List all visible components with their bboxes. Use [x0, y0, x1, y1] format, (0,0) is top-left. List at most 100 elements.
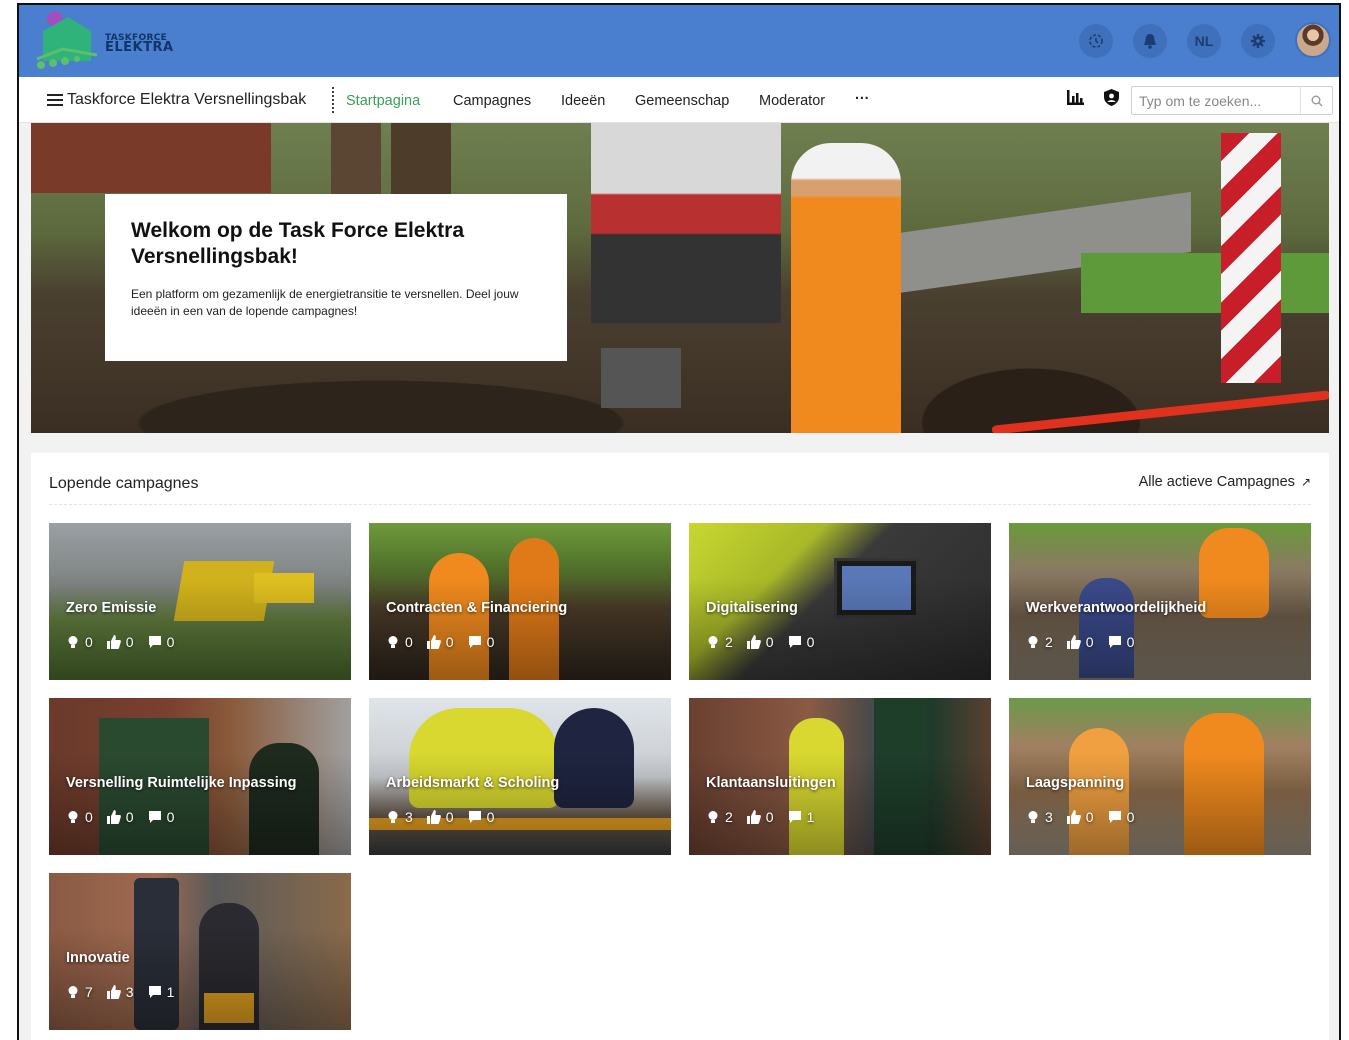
nav-campagnes[interactable]: Campagnes: [453, 93, 531, 109]
all-campaigns-link[interactable]: Alle actieve Campagnes ↗: [1139, 474, 1311, 490]
statistics-icon[interactable]: [1067, 90, 1084, 110]
thumbs-up-icon: [426, 810, 441, 824]
panel-divider: [49, 504, 1311, 505]
campaign-name: Klantaansluitingen: [706, 775, 836, 791]
comment-icon: [788, 811, 801, 823]
campaign-stats: 2 0 1: [706, 809, 814, 825]
thumbs-up-icon: [1066, 635, 1081, 649]
campaign-name: Laagspanning: [1026, 775, 1125, 791]
likes-count: 0: [746, 634, 774, 650]
comments-count: 0: [1108, 809, 1134, 825]
nav-more-menu[interactable]: ···: [855, 91, 870, 107]
campaign-tile-werkverantwoordelijkheid[interactable]: Werkverantwoordelijkheid 2 0 0: [1009, 523, 1311, 680]
campaign-tile-laagspanning[interactable]: Laagspanning 3 0 0: [1009, 698, 1311, 855]
lightbulb-icon: [388, 811, 398, 823]
likes-count: 3: [106, 984, 134, 1000]
lightbulb-icon: [68, 811, 78, 823]
comments-count: 0: [788, 634, 814, 650]
ideas-count: 0: [66, 809, 93, 825]
navigation-bar: Taskforce Elektra Versnellingsbak Startp…: [19, 77, 1339, 123]
campaign-tile-zero-emissie[interactable]: Zero Emissie 0 0 0: [49, 523, 351, 680]
lightbulb-icon: [1028, 636, 1038, 648]
thumbs-up-icon: [746, 635, 761, 649]
likes-count: 0: [1066, 809, 1094, 825]
nav-separator: [332, 87, 334, 113]
history-button[interactable]: [1079, 24, 1113, 58]
notifications-button[interactable]: [1133, 24, 1167, 58]
hamburger-menu-icon[interactable]: [47, 94, 63, 106]
campaign-stats: 2 0 0: [1026, 634, 1134, 650]
campaign-name: Versnelling Ruimtelijke Inpassing: [66, 775, 297, 791]
campaign-tile-contracten-financiering[interactable]: Contracten & Financiering 0 0 0: [369, 523, 671, 680]
campaign-tile-versnelling-ruimtelijke-inpassing[interactable]: Versnelling Ruimtelijke Inpassing 0 0 0: [49, 698, 351, 855]
nav-gemeenschap[interactable]: Gemeenschap: [635, 93, 729, 109]
ideas-count: 0: [386, 634, 413, 650]
nav-startpagina[interactable]: Startpagina: [346, 93, 420, 109]
top-bar: TASKFORCE ELEKTRA NL: [19, 5, 1339, 77]
campaign-name: Contracten & Financiering: [386, 600, 568, 616]
campaign-tile-digitalisering[interactable]: Digitalisering 2 0 0: [689, 523, 991, 680]
thumbs-up-icon: [106, 810, 121, 824]
comment-icon: [1108, 636, 1121, 648]
comments-count: 0: [148, 634, 174, 650]
campaigns-title: Lopende campagnes: [49, 475, 199, 492]
comments-count: 0: [148, 809, 174, 825]
house-plug-icon: [36, 11, 98, 69]
campaign-stats: 0 0 0: [66, 634, 174, 650]
campaign-name: Arbeidsmarkt & Scholing: [386, 775, 560, 791]
comments-count: 0: [468, 634, 494, 650]
welcome-card: Welkom op de Task Force Elektra Versnell…: [105, 194, 567, 361]
logo-line-2: ELEKTRA: [105, 40, 174, 55]
campaign-tile-arbeidsmarkt-scholing[interactable]: Arbeidsmarkt & Scholing 3 0 0: [369, 698, 671, 855]
ideas-count: 2: [706, 634, 733, 650]
settings-button[interactable]: [1241, 24, 1275, 58]
search-box: [1131, 86, 1333, 115]
thumbs-up-icon: [426, 635, 441, 649]
thumbs-up-icon: [746, 810, 761, 824]
ideas-count: 3: [1026, 809, 1053, 825]
welcome-title: Welkom op de Task Force Elektra Versnell…: [131, 219, 465, 268]
external-arrow-icon: ↗: [1300, 475, 1311, 489]
shield-icon[interactable]: [1104, 89, 1119, 111]
likes-count: 0: [746, 809, 774, 825]
comments-count: 0: [468, 809, 494, 825]
lightbulb-icon: [68, 636, 78, 648]
campaign-name: Innovatie: [66, 950, 130, 966]
nav-ideeen[interactable]: Ideeën: [561, 93, 605, 109]
ideas-count: 2: [1026, 634, 1053, 650]
comment-icon: [148, 986, 161, 998]
user-avatar[interactable]: [1295, 22, 1331, 58]
ideas-count: 3: [386, 809, 413, 825]
comments-count: 1: [788, 809, 814, 825]
campaign-stats: 2 0 0: [706, 634, 814, 650]
comments-count: 0: [1108, 634, 1134, 650]
campaign-name: Digitalisering: [706, 600, 798, 616]
search-input[interactable]: [1132, 87, 1297, 114]
search-icon: [1311, 95, 1322, 106]
language-label: NL: [1194, 33, 1214, 49]
nav-moderator[interactable]: Moderator: [759, 93, 825, 109]
comment-icon: [148, 811, 161, 823]
likes-count: 0: [426, 634, 454, 650]
comment-icon: [148, 636, 161, 648]
likes-count: 0: [106, 809, 134, 825]
clock-icon: [1089, 34, 1103, 48]
search-button[interactable]: [1300, 87, 1332, 114]
language-button[interactable]: NL: [1187, 24, 1221, 58]
ideas-count: 0: [66, 634, 93, 650]
taskforce-elektra-logo[interactable]: TASKFORCE ELEKTRA: [33, 9, 173, 73]
lightbulb-icon: [68, 986, 78, 998]
gear-icon: [1251, 34, 1265, 48]
bell-icon: [1144, 34, 1156, 49]
comment-icon: [468, 811, 481, 823]
ideas-count: 7: [66, 984, 93, 1000]
campaign-tile-innovatie[interactable]: Innovatie 7 3 1: [49, 873, 351, 1030]
lightbulb-icon: [708, 636, 718, 648]
campaign-stats: 3 0 0: [1026, 809, 1134, 825]
site-title[interactable]: Taskforce Elektra Versnellingsbak: [67, 91, 306, 109]
ideas-count: 2: [706, 809, 733, 825]
welcome-text: Een platform om gezamenlijk de energietr…: [131, 287, 519, 318]
campaign-stats: 0 0 0: [66, 809, 174, 825]
comment-icon: [1108, 811, 1121, 823]
campaign-tile-klantaansluitingen[interactable]: Klantaansluitingen 2 0 1: [689, 698, 991, 855]
